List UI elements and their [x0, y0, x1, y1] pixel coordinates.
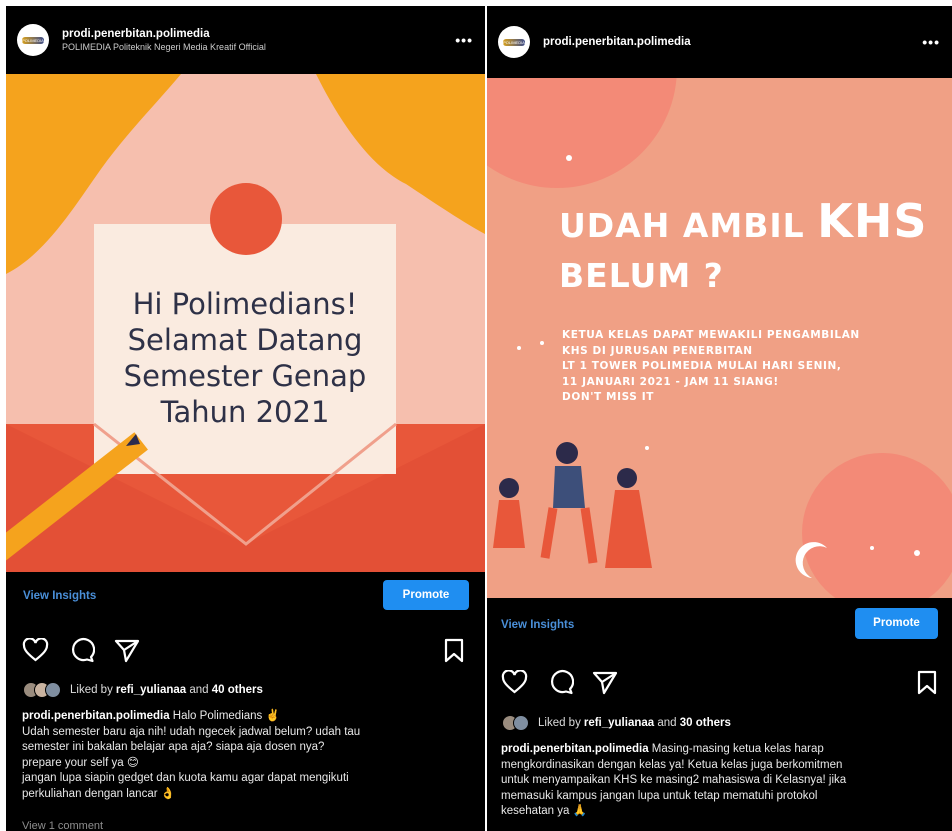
view-insights-link[interactable]: View Insights: [501, 619, 574, 631]
view-insights-link[interactable]: View Insights: [23, 590, 96, 602]
caption-line-3: semester ini bakalan belajar apa aja? si…: [22, 741, 325, 753]
more-options-icon[interactable]: •••: [922, 34, 940, 50]
comment-icon[interactable]: [69, 637, 95, 663]
caption-line-4: memasuki kampus jangan lupa untuk tetap …: [501, 789, 818, 802]
caption-line-4: prepare your self ya 😊: [22, 756, 139, 769]
bookmark-icon[interactable]: [917, 670, 937, 695]
username[interactable]: prodi.penerbitan.polimedia: [62, 28, 266, 40]
body-line-5: DON'T MISS IT: [562, 391, 654, 404]
more-options-icon[interactable]: •••: [455, 32, 473, 48]
caption-line-5: jangan lupa siapin gedget dan kuota kamu…: [22, 772, 349, 784]
headline-line-1: UDAH AMBIL: [559, 206, 818, 245]
body-line-3: LT 1 TOWER POLIMEDIA MULAI HARI SENIN,: [562, 360, 842, 373]
liked-user[interactable]: refi_yulianaa: [584, 717, 654, 729]
caption: prodi.penerbitan.polimedia Masing-masing…: [501, 742, 946, 820]
share-send-icon[interactable]: [114, 638, 140, 663]
liked-prefix: Liked by: [538, 717, 581, 729]
liked-by-row[interactable]: Liked by refi_yulianaa and 40 others: [23, 682, 263, 698]
username[interactable]: prodi.penerbitan.polimedia: [543, 36, 691, 48]
caption-line-1: Masing-masing ketua kelas harap: [648, 743, 824, 755]
liked-user[interactable]: refi_yulianaa: [116, 684, 186, 696]
polimedia-logo: POLIMEDIA: [503, 38, 525, 46]
share-send-icon[interactable]: [592, 670, 618, 695]
liked-mid: and: [654, 717, 680, 729]
caption-line-3: untuk menyampaikan KHS ke masing2 mahasi…: [501, 774, 847, 786]
liker-avatars: [502, 715, 529, 731]
caption: prodi.penerbitan.polimedia Halo Polimedi…: [22, 709, 477, 802]
like-heart-icon[interactable]: [22, 638, 49, 662]
body-line-1: KETUA KELAS DAPAT MEWAKILI PENGAMBILAN: [562, 329, 860, 341]
liked-mid: and: [186, 684, 212, 696]
caption-line-2: mengkordinasikan dengan kelas ya! Ketua …: [501, 758, 843, 771]
profile-avatar[interactable]: POLIMEDIA: [498, 26, 530, 58]
liker-avatars: [23, 682, 61, 698]
image-line-3: Semester Genap: [123, 359, 367, 393]
liked-by-row[interactable]: Liked by refi_yulianaa and 30 others: [502, 715, 731, 731]
image-line-4: Tahun 2021: [160, 395, 330, 429]
profile-avatar[interactable]: POLIMEDIA: [17, 24, 49, 56]
like-heart-icon[interactable]: [501, 670, 528, 694]
liked-others[interactable]: 30 others: [680, 717, 731, 729]
post-header: POLIMEDIA prodi.penerbitan.polimedia •••: [487, 6, 952, 78]
liked-prefix: Liked by: [70, 684, 113, 696]
post-header: POLIMEDIA prodi.penerbitan.polimedia POL…: [6, 6, 485, 74]
avatar: [513, 715, 529, 731]
promote-button[interactable]: Promote: [855, 608, 938, 639]
headline: UDAH AMBIL KHS BELUM ?: [559, 196, 927, 301]
caption-line-2: Udah semester baru aja nih! udah ngecek …: [22, 725, 361, 738]
post-body-text: KETUA KELAS DAPAT MEWAKILI PENGAMBILAN K…: [562, 328, 860, 406]
account-subtitle: POLIMEDIA Politeknik Negeri Media Kreati…: [62, 42, 266, 52]
caption-username[interactable]: prodi.penerbitan.polimedia: [22, 710, 170, 722]
post-image[interactable]: UDAH AMBIL KHS BELUM ? KETUA KELAS DAPAT…: [487, 78, 952, 598]
image-line-1: Hi Polimedians!: [132, 287, 358, 321]
post-image[interactable]: Hi Polimedians! Selamat Datang Semester …: [6, 74, 485, 572]
avatar: [45, 682, 61, 698]
polimedia-logo: POLIMEDIA: [22, 36, 44, 44]
headline-line-2: BELUM ?: [559, 256, 724, 295]
liked-others[interactable]: 40 others: [212, 684, 263, 696]
instagram-post-2: POLIMEDIA prodi.penerbitan.polimedia •••: [487, 6, 952, 831]
post-image-text: Hi Polimedians! Selamat Datang Semester …: [94, 286, 396, 430]
body-line-4: 11 JANUARI 2021 - JAM 11 SIANG!: [562, 375, 779, 388]
body-line-2: KHS DI JURUSAN PENERBITAN: [562, 344, 753, 357]
caption-line-6: perkuliahan dengan lancar 👌: [22, 787, 176, 800]
bookmark-icon[interactable]: [444, 638, 464, 663]
action-bar: [6, 632, 485, 668]
image-line-2: Selamat Datang: [127, 323, 363, 357]
promote-button[interactable]: Promote: [383, 580, 469, 610]
instagram-post-1: POLIMEDIA prodi.penerbitan.polimedia POL…: [6, 6, 485, 831]
view-comments-link[interactable]: View 1 comment: [22, 820, 103, 831]
caption-line-5: kesehatan ya 🙏: [501, 805, 587, 817]
caption-line-1: Halo Polimedians ✌️: [169, 710, 280, 722]
comment-icon[interactable]: [548, 669, 574, 695]
headline-khs: KHS: [817, 194, 928, 248]
action-bar: [487, 664, 952, 700]
caption-username[interactable]: prodi.penerbitan.polimedia: [501, 743, 649, 755]
